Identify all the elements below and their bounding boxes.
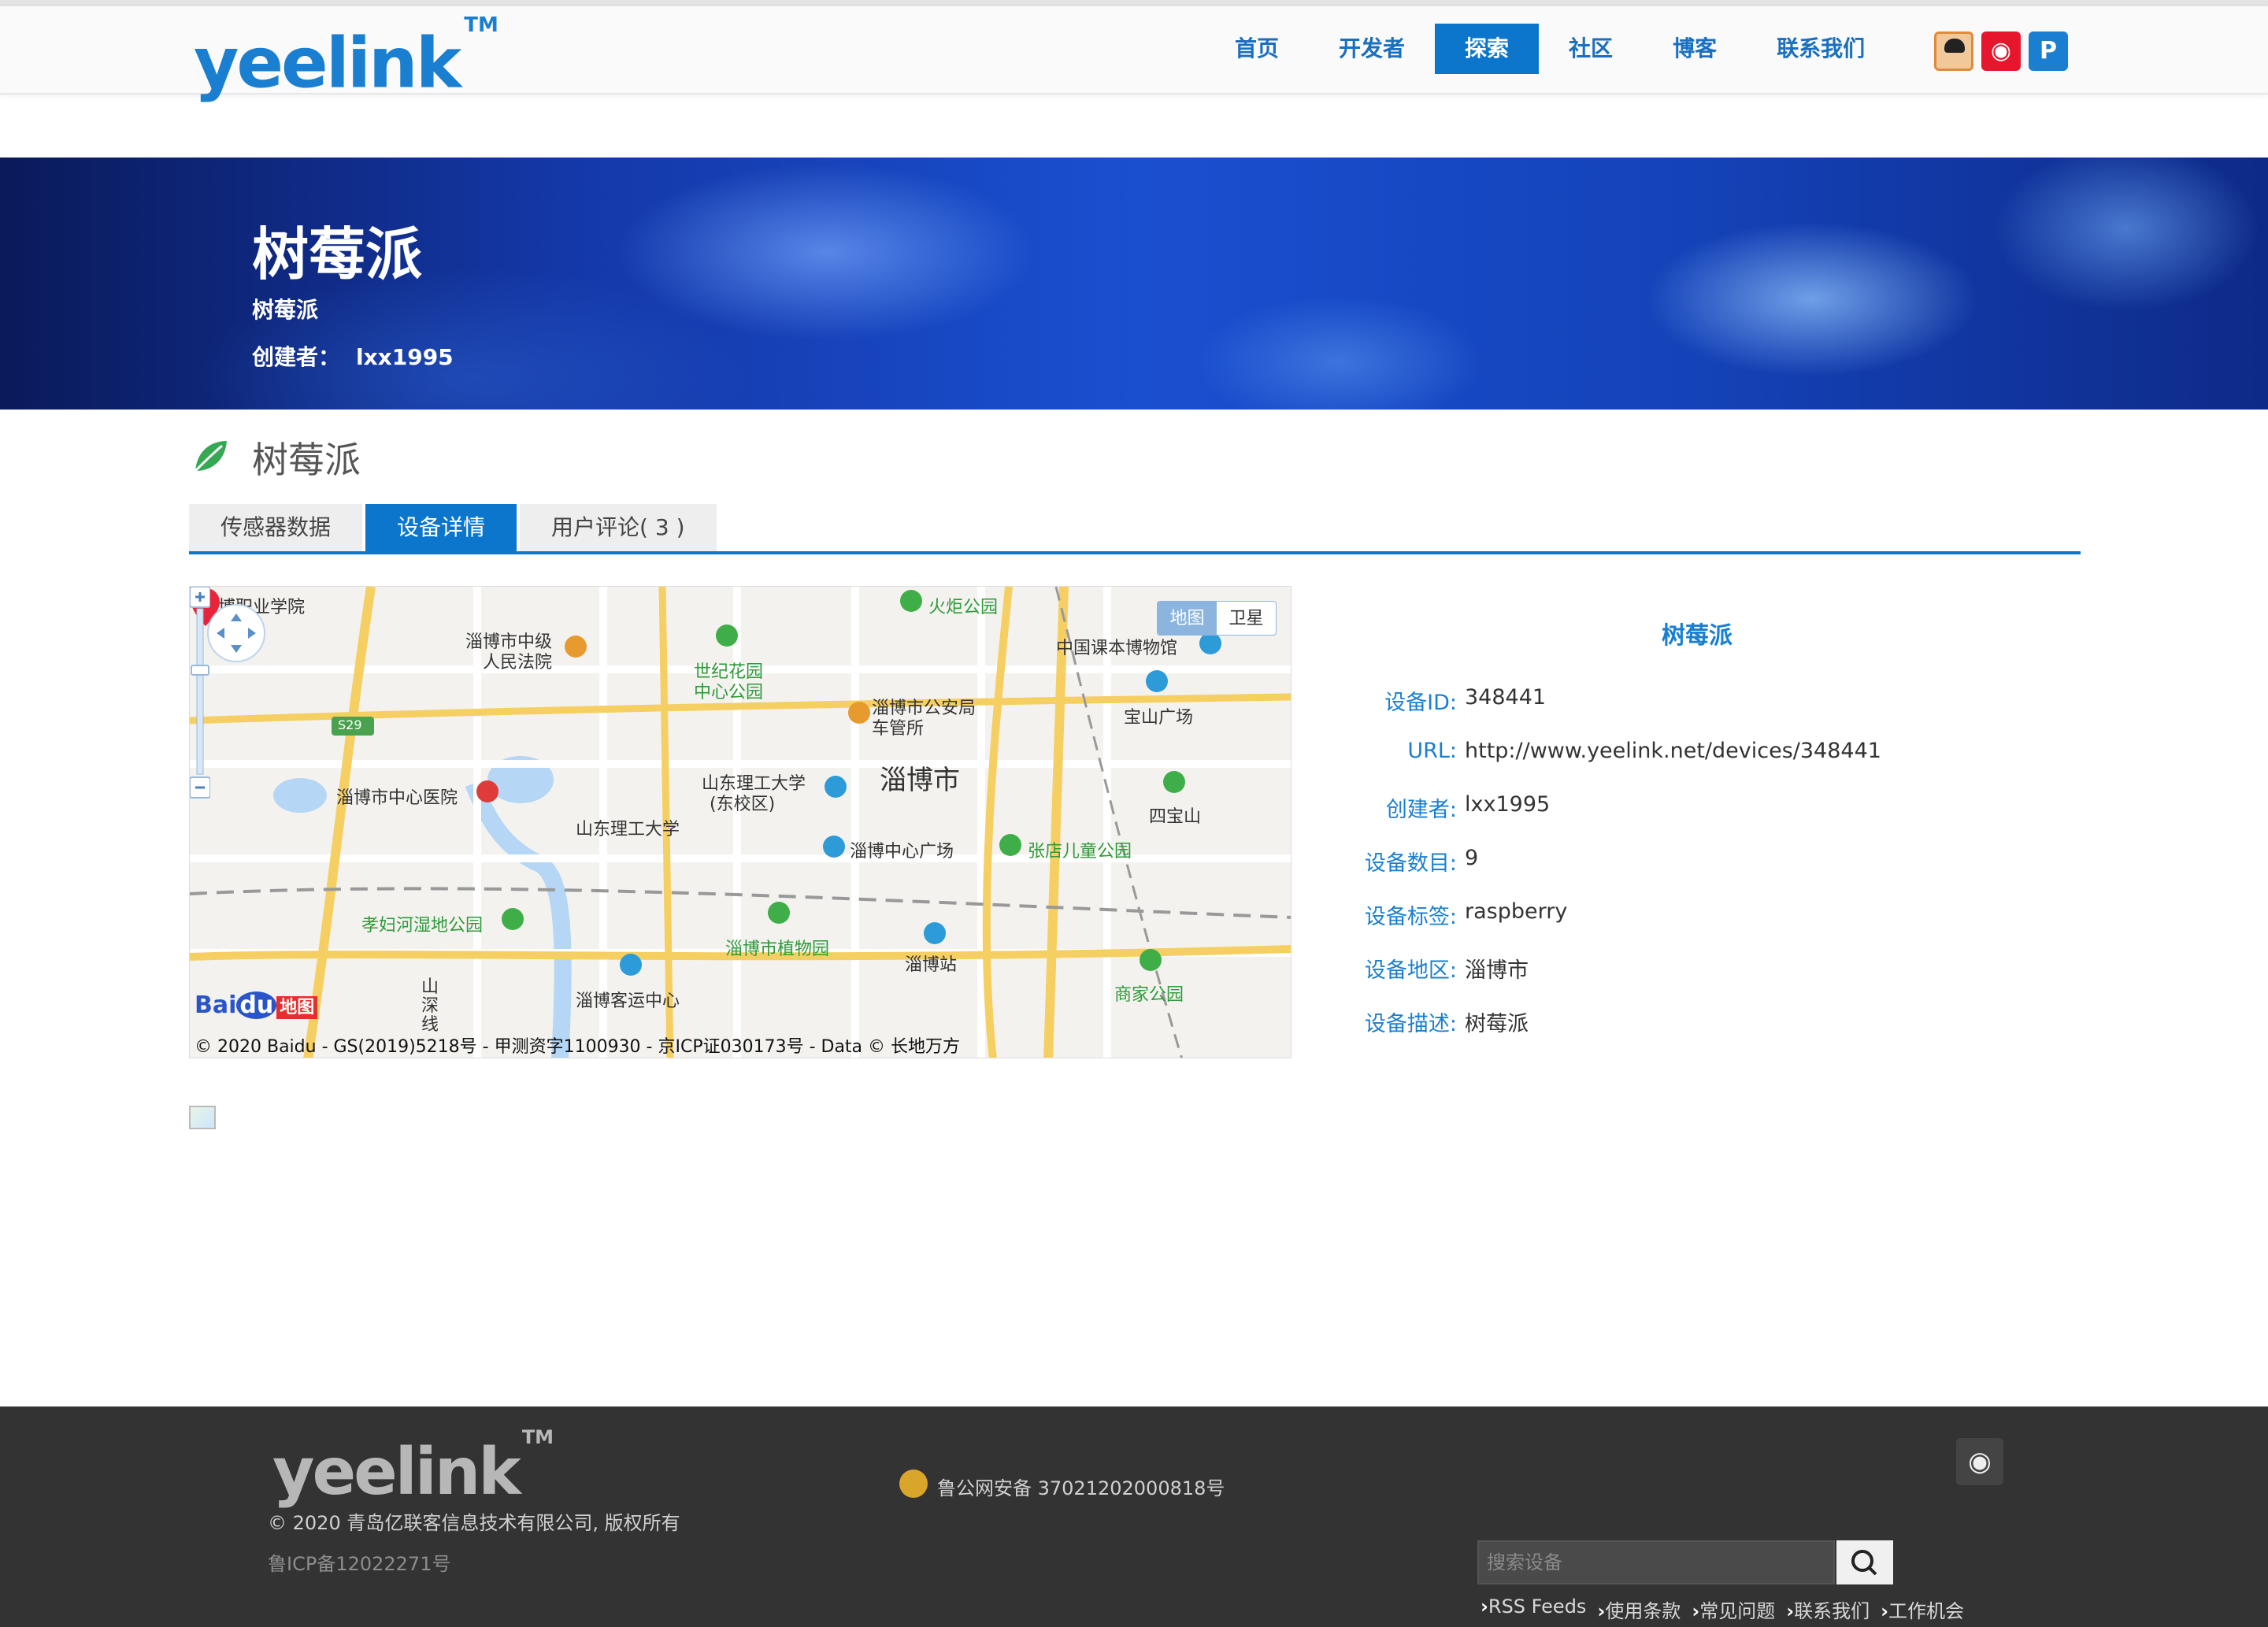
footer-weibo-icon[interactable]: ◉ — [1956, 1438, 2003, 1485]
police-poi-icon — [848, 702, 870, 724]
footer-yeelink-logo[interactable]: yeelink TM — [272, 1426, 554, 1510]
device-tabs: 传感器数据 设备详情 用户评论( 3 ) — [189, 504, 720, 551]
museum-poi-icon — [1199, 632, 1221, 654]
baidu-logo[interactable]: Bai du 地图 — [195, 991, 318, 1019]
map-label-baoshan-square: 宝山广场 — [1124, 708, 1194, 728]
park-poi-icon — [716, 624, 738, 647]
map-label-central-hospital: 淄博市中心医院 — [336, 788, 458, 808]
footer-link-rss[interactable]: RSS Feeds — [1480, 1595, 1587, 1623]
footer-search-button[interactable] — [1836, 1540, 1893, 1584]
square-poi-icon — [1146, 670, 1168, 692]
tab-user-comments[interactable]: 用户评论( 3 ) — [520, 504, 717, 551]
tab-underline — [189, 551, 2081, 554]
center-square-poi-icon — [823, 836, 845, 858]
wetland-park-poi-icon — [502, 908, 524, 930]
main-nav: 首页 开发者 探索 社区 博客 联系我们 — [1205, 24, 1895, 74]
nav-community[interactable]: 社区 — [1539, 24, 1643, 74]
map-label-bus-station: 淄博客运中心 — [576, 991, 680, 1011]
footer-link-contact[interactable]: 联系我们 — [1786, 1595, 1870, 1623]
map-label-sdut-east-2: (东校区) — [710, 795, 776, 814]
baidu-map[interactable]: 淄博职业学院 淄博市中级 人民法院 世纪花园 中心公园 火炬公园 中国课本博物馆… — [189, 586, 1292, 1058]
hospital-poi-icon — [476, 780, 498, 802]
map-zoom-control[interactable] — [190, 587, 210, 799]
footer-link-jobs[interactable]: 工作机会 — [1881, 1595, 1964, 1623]
nav-explore[interactable]: 探索 — [1435, 24, 1540, 74]
nav-contact[interactable]: 联系我们 — [1747, 24, 1895, 74]
map-label-merchant-park: 商家公园 — [1114, 985, 1184, 1005]
footer-search-input[interactable]: 搜索设备 — [1477, 1540, 1835, 1584]
pan-arrows-icon — [217, 613, 256, 653]
map-label-torch-park: 火炬公园 — [928, 598, 999, 617]
map-label-vehicle-office-2: 车管所 — [872, 719, 925, 739]
banner-title: 树莓派 — [252, 221, 423, 287]
court-poi-icon — [565, 636, 587, 658]
map-label-sibaoshan: 四宝山 — [1149, 807, 1202, 827]
map-copyright: © 2020 Baidu - GS(2019)5218号 - 甲测资字11009… — [195, 1037, 961, 1057]
map-type-map[interactable]: 地图 — [1158, 602, 1217, 635]
map-label-botanical-garden: 淄博市植物园 — [725, 940, 830, 959]
footer-links: RSS Feeds 使用条款 常见问题 联系我们 工作机会 — [1480, 1595, 1975, 1623]
map-label-zibo-city: 淄博市 — [880, 765, 960, 796]
nav-home[interactable]: 首页 — [1205, 24, 1309, 74]
search-icon — [1851, 1550, 1877, 1576]
leaf-icon — [194, 441, 227, 473]
banner-subtitle: 树莓派 — [252, 297, 319, 323]
tab-device-details[interactable]: 设备详情 — [365, 504, 517, 551]
footer-link-terms[interactable]: 使用条款 — [1597, 1595, 1681, 1623]
botanical-garden-poi-icon — [768, 902, 790, 924]
tab-sensor-data[interactable]: 传感器数据 — [189, 504, 363, 551]
map-label-center-square: 淄博中心广场 — [850, 842, 954, 862]
weibo-icon[interactable]: ◉ — [1981, 32, 2021, 71]
map-type-switch: 地图 卫星 — [1157, 601, 1277, 636]
mountain-poi-icon — [1163, 771, 1185, 793]
map-label-century-garden-2: 中心公园 — [694, 683, 764, 702]
nav-developer[interactable]: 开发者 — [1309, 24, 1435, 74]
qq-icon[interactable]: P — [2029, 32, 2068, 71]
footer-link-faq[interactable]: 常见问题 — [1692, 1595, 1775, 1623]
device-title: 树莓派 — [252, 439, 361, 481]
site-footer: yeelink TM © 2020 青岛亿联客信息技术有限公司, 版权所有 鲁IC… — [0, 1406, 2268, 1627]
footer-copyright: © 2020 青岛亿联客信息技术有限公司, 版权所有 — [268, 1512, 680, 1534]
police-badge-icon — [899, 1469, 928, 1498]
map-label-sdut: 山东理工大学 — [576, 820, 680, 839]
map-type-satellite[interactable]: 卫星 — [1217, 602, 1276, 635]
map-label-zibo-station: 淄博站 — [905, 955, 958, 975]
device-banner: 树莓派 树莓派 创建者： lxx1995 — [0, 158, 2268, 410]
map-label-textbook-museum: 中国课本博物馆 — [1056, 639, 1178, 658]
station-poi-icon — [924, 922, 946, 944]
nav-blog[interactable]: 博客 — [1643, 24, 1747, 74]
bus-station-poi-icon — [620, 954, 642, 976]
broken-image-icon — [189, 1106, 216, 1129]
yeelink-logo[interactable]: yeelink TM — [194, 13, 498, 102]
childrens-park-poi-icon — [999, 834, 1021, 856]
footer-police-record[interactable]: 鲁公网安备 37021202000818号 — [937, 1473, 1225, 1500]
user-avatar-icon[interactable] — [1934, 32, 1973, 71]
top-strip — [0, 0, 2268, 6]
site-header: yeelink TM 首页 开发者 探索 社区 博客 联系我们 ◉ P — [0, 6, 2268, 102]
school-poi-icon — [825, 776, 847, 798]
map-pan-control[interactable] — [207, 604, 265, 662]
merchant-park-poi-icon — [1140, 949, 1162, 971]
details-title: 树莓派 — [1662, 622, 1732, 650]
map-label-court-2: 人民法院 — [483, 653, 553, 673]
banner-creator: 创建者： lxx1995 — [252, 344, 454, 370]
map-label-s29: S29 — [338, 717, 362, 732]
torch-park-poi-icon — [900, 590, 922, 612]
map-label-childrens-park: 张店儿童公园 — [1028, 842, 1132, 862]
banner-creator-name: lxx1995 — [356, 344, 454, 370]
map-label-wetland-park: 孝妇河湿地公园 — [361, 916, 484, 936]
footer-icp[interactable]: 鲁ICP备12022271号 — [268, 1548, 450, 1576]
